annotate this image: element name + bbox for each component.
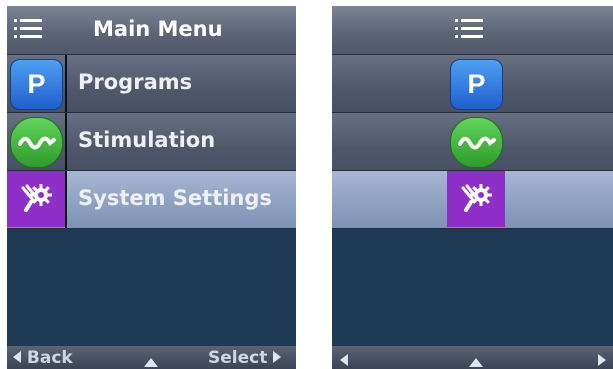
back-softkey[interactable] [340, 351, 348, 369]
up-softkey[interactable] [144, 352, 158, 369]
menu-header: Main Menu [7, 6, 296, 55]
main-menu-screen-icons: P [332, 6, 613, 369]
menu-item-programs[interactable]: P [332, 55, 613, 113]
menu-item-system-settings[interactable]: System Settings [7, 171, 296, 229]
menu-header [332, 6, 613, 55]
system-settings-gear-icon [447, 171, 505, 227]
right-arrow-icon [273, 351, 282, 363]
select-softkey[interactable] [598, 351, 606, 369]
up-arrow-icon [469, 358, 483, 367]
select-softkey[interactable]: Select [208, 348, 282, 368]
left-arrow-icon [340, 354, 348, 366]
back-softkey[interactable]: Back [13, 348, 73, 368]
right-arrow-icon [598, 354, 606, 366]
main-menu-screen-labeled: Main Menu P Programs Stimulation System … [7, 6, 296, 369]
menu-item-label: Programs [78, 70, 193, 94]
stimulation-wave-icon [10, 117, 63, 168]
menu-item-stimulation[interactable]: Stimulation [7, 113, 296, 171]
programs-p-icon: P [10, 59, 63, 110]
page-title: Main Menu [93, 17, 223, 41]
list-menu-icon [455, 19, 483, 43]
list-menu-icon [14, 19, 42, 43]
up-softkey[interactable] [469, 352, 483, 369]
up-arrow-icon [144, 358, 158, 367]
menu-item-label: Stimulation [78, 128, 216, 152]
softkey-bar: Back Select [7, 346, 296, 369]
menu-item-system-settings[interactable] [332, 171, 613, 229]
left-arrow-icon [13, 351, 21, 363]
stimulation-wave-icon [450, 117, 503, 168]
menu-item-programs[interactable]: P Programs [7, 55, 296, 113]
softkey-bar [332, 346, 613, 369]
menu-item-label: System Settings [78, 186, 272, 210]
system-settings-gear-icon [7, 171, 65, 227]
menu-item-stimulation[interactable] [332, 113, 613, 171]
programs-p-icon: P [450, 59, 503, 110]
